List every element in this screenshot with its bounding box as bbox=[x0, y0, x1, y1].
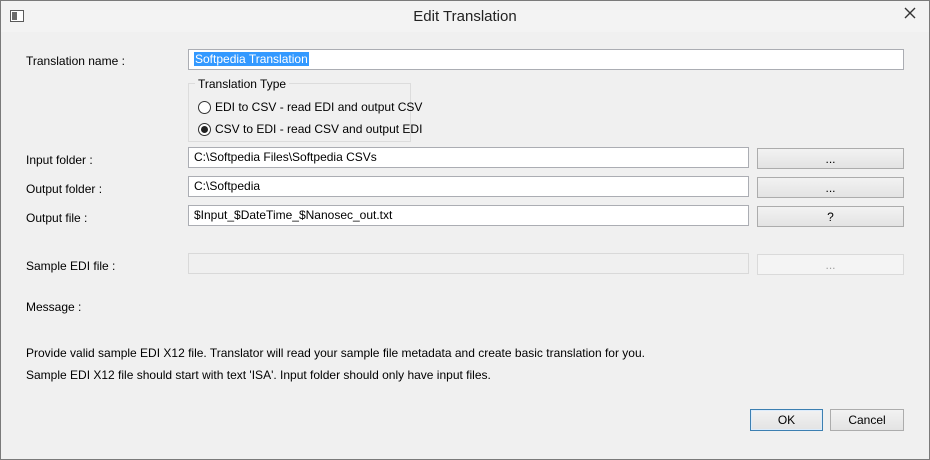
translation-name-input[interactable]: Softpedia Translation bbox=[188, 49, 904, 70]
radio-csv-to-edi[interactable]: CSV to EDI - read CSV and output EDI bbox=[198, 122, 422, 136]
output-file-label: Output file : bbox=[26, 211, 88, 225]
radio-edi-to-csv-label: EDI to CSV - read EDI and output CSV bbox=[215, 100, 423, 114]
close-button[interactable] bbox=[894, 2, 925, 24]
edit-translation-window: Edit Translation Translation name : Soft… bbox=[0, 0, 930, 460]
dialog-body: Translation name : Softpedia Translation… bbox=[9, 32, 922, 453]
output-file-help-button[interactable]: ? bbox=[757, 206, 904, 227]
info-text-line-1: Provide valid sample EDI X12 file. Trans… bbox=[26, 346, 645, 360]
title-bar[interactable]: Edit Translation bbox=[1, 1, 929, 32]
window-title: Edit Translation bbox=[413, 8, 517, 25]
translation-name-label: Translation name : bbox=[26, 54, 125, 68]
info-text-line-2: Sample EDI X12 file should start with te… bbox=[26, 368, 491, 382]
output-folder-browse-button[interactable]: ... bbox=[757, 177, 904, 198]
radio-edi-to-csv[interactable]: EDI to CSV - read EDI and output CSV bbox=[198, 100, 422, 114]
radio-button-icon[interactable] bbox=[198, 100, 211, 114]
output-file-input[interactable]: $Input_$DateTime_$Nanosec_out.txt bbox=[188, 205, 749, 226]
sample-edi-label: Sample EDI file : bbox=[26, 259, 116, 273]
cancel-button[interactable]: Cancel bbox=[830, 409, 904, 431]
message-label: Message : bbox=[26, 300, 82, 314]
sample-edi-input[interactable] bbox=[188, 253, 749, 274]
output-folder-input[interactable]: C:\Softpedia bbox=[188, 176, 749, 197]
ok-button[interactable]: OK bbox=[750, 409, 823, 431]
translation-name-value: Softpedia Translation bbox=[194, 52, 309, 66]
input-folder-browse-button[interactable]: ... bbox=[757, 148, 904, 169]
radio-csv-to-edi-label: CSV to EDI - read CSV and output EDI bbox=[215, 122, 423, 136]
input-folder-label: Input folder : bbox=[26, 153, 93, 167]
translation-type-legend: Translation Type bbox=[195, 77, 290, 91]
sample-edi-browse-button[interactable]: ... bbox=[757, 254, 904, 275]
output-folder-label: Output folder : bbox=[26, 182, 103, 196]
radio-button-checked-icon[interactable] bbox=[198, 122, 211, 136]
input-folder-input[interactable]: C:\Softpedia Files\Softpedia CSVs bbox=[188, 147, 749, 168]
close-icon bbox=[904, 7, 915, 19]
